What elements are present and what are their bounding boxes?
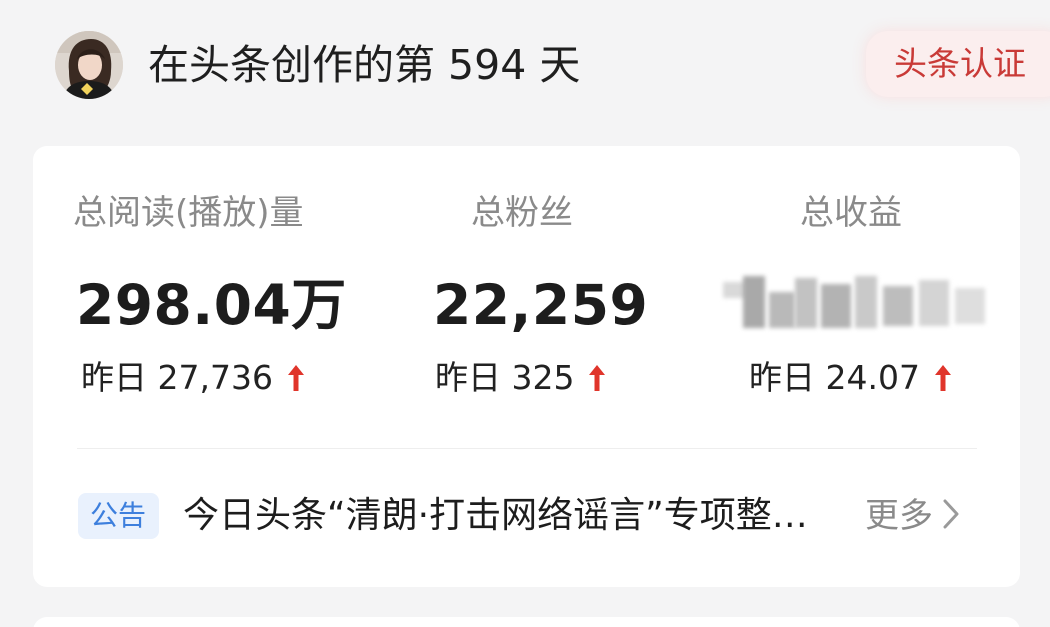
- stats-card: 总阅读(播放)量 298.04万 昨日 27,736 总粉丝 22,259 昨日…: [33, 146, 1020, 587]
- arrow-up-icon: [287, 364, 304, 391]
- arrow-up-icon: [934, 364, 951, 391]
- stat-label: 总粉丝: [471, 193, 573, 233]
- avatar[interactable]: [55, 31, 123, 99]
- stat-value: 298.04万: [76, 273, 347, 337]
- chevron-right-icon: [943, 499, 959, 529]
- stat-label: 总收益: [800, 193, 902, 233]
- more-button[interactable]: 更多: [865, 494, 959, 538]
- announcement-tag: 公告: [78, 493, 159, 539]
- divider: [77, 448, 977, 449]
- announcement-text[interactable]: 今日头条“清朗·打击网络谣言”专项整…: [183, 494, 843, 538]
- stat-total-fans[interactable]: 总粉丝 22,259 昨日 325: [431, 146, 661, 426]
- next-card: [33, 617, 1020, 627]
- stat-yesterday: 昨日 24.07: [749, 358, 952, 398]
- verification-badge-label: 头条认证: [894, 44, 1026, 83]
- verification-badge[interactable]: 头条认证: [866, 31, 1050, 97]
- avatar-image: [55, 31, 123, 99]
- creator-dashboard: 在头条创作的第 594 天 头条认证 总阅读(播放)量 298.04万 昨日 2…: [0, 0, 1050, 627]
- stat-yesterday: 昨日 325: [435, 358, 606, 398]
- earnings-value-blurred: [723, 268, 993, 338]
- creator-days-title: 在头条创作的第 594 天: [148, 41, 581, 89]
- more-button-label: 更多: [865, 496, 933, 536]
- announcement-tag-label: 公告: [90, 499, 147, 532]
- arrow-up-icon: [589, 364, 606, 391]
- stat-yesterday-text: 昨日 27,736: [81, 358, 273, 397]
- stat-yesterday: 昨日 27,736: [81, 358, 305, 398]
- stat-label: 总阅读(播放)量: [73, 193, 304, 233]
- stat-value: 22,259: [433, 273, 649, 337]
- header: 在头条创作的第 594 天 头条认证: [0, 0, 1050, 130]
- stat-yesterday-text: 昨日 325: [435, 358, 575, 397]
- stat-yesterday-text: 昨日 24.07: [749, 358, 920, 397]
- stat-total-reads[interactable]: 总阅读(播放)量 298.04万 昨日 27,736: [73, 146, 373, 426]
